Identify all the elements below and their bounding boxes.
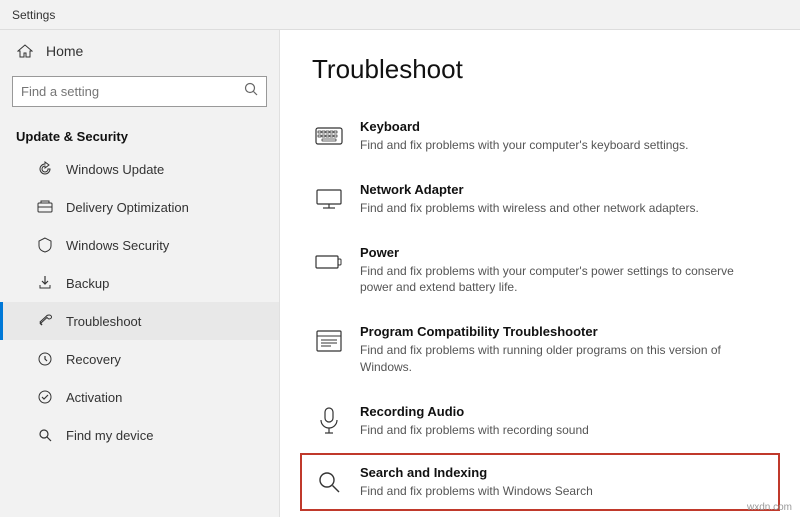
program-desc: Find and fix problems with running older…	[360, 342, 766, 376]
sidebar-home-label: Home	[46, 43, 83, 59]
backup-label: Backup	[66, 276, 109, 291]
windows-update-label: Windows Update	[66, 162, 164, 177]
recovery-icon	[36, 350, 54, 368]
sidebar-item-home[interactable]: Home	[0, 30, 279, 72]
sidebar-item-delivery-optimization[interactable]: Delivery Optimization	[0, 188, 279, 226]
troubleshoot-search-indexing[interactable]: Search and Indexing Find and fix problem…	[300, 453, 780, 512]
power-desc: Find and fix problems with your computer…	[360, 263, 766, 297]
watermark: wxdn.com	[747, 502, 792, 513]
troubleshoot-power[interactable]: Power Find and fix problems with your co…	[312, 231, 768, 311]
find-my-device-label: Find my device	[66, 428, 153, 443]
wrench-icon	[36, 312, 54, 330]
window-title: Settings	[12, 8, 55, 22]
microphone-icon	[314, 406, 344, 436]
troubleshoot-recording-audio[interactable]: Recording Audio Find and fix problems wi…	[312, 390, 768, 453]
recording-text: Recording Audio Find and fix problems wi…	[360, 404, 589, 439]
sidebar-item-windows-update[interactable]: Windows Update	[0, 150, 279, 188]
recording-title: Recording Audio	[360, 404, 589, 419]
home-icon	[16, 42, 34, 60]
keyboard-text: Keyboard Find and fix problems with your…	[360, 119, 688, 154]
shield-icon	[36, 236, 54, 254]
sidebar-item-activation[interactable]: Activation	[0, 378, 279, 416]
program-text: Program Compatibility Troubleshooter Fin…	[360, 324, 766, 376]
troubleshoot-label: Troubleshoot	[66, 314, 141, 329]
windows-security-label: Windows Security	[66, 238, 169, 253]
sidebar: Home Update & Security Windows Update	[0, 30, 280, 517]
sidebar-item-recovery[interactable]: Recovery	[0, 340, 279, 378]
network-text: Network Adapter Find and fix problems wi…	[360, 182, 699, 217]
title-bar: Settings	[0, 0, 800, 30]
troubleshoot-shared-folders[interactable]: Shared Folders Find and fix problems wit…	[312, 511, 768, 517]
troubleshoot-network[interactable]: Network Adapter Find and fix problems wi…	[312, 168, 768, 231]
main-container: Home Update & Security Windows Update	[0, 30, 800, 517]
sidebar-item-find-my-device[interactable]: Find my device	[0, 416, 279, 454]
search-indexing-text: Search and Indexing Find and fix problem…	[360, 465, 593, 500]
sidebar-item-troubleshoot[interactable]: Troubleshoot	[0, 302, 279, 340]
search-icon	[244, 82, 258, 101]
delivery-icon	[36, 198, 54, 216]
find-icon	[36, 426, 54, 444]
activation-icon	[36, 388, 54, 406]
search-indexing-desc: Find and fix problems with Windows Searc…	[360, 483, 593, 500]
sidebar-item-backup[interactable]: Backup	[0, 264, 279, 302]
backup-icon	[36, 274, 54, 292]
troubleshoot-program-compatibility[interactable]: Program Compatibility Troubleshooter Fin…	[312, 310, 768, 390]
power-icon	[314, 247, 344, 277]
content-area: Troubleshoot	[280, 30, 800, 517]
network-title: Network Adapter	[360, 182, 699, 197]
activation-label: Activation	[66, 390, 122, 405]
delivery-optimization-label: Delivery Optimization	[66, 200, 189, 215]
sidebar-item-windows-security[interactable]: Windows Security	[0, 226, 279, 264]
search-indexing-icon	[314, 467, 344, 497]
recovery-label: Recovery	[66, 352, 121, 367]
refresh-icon	[36, 160, 54, 178]
recording-desc: Find and fix problems with recording sou…	[360, 422, 589, 439]
search-box[interactable]	[12, 76, 267, 107]
program-title: Program Compatibility Troubleshooter	[360, 324, 766, 339]
search-indexing-title: Search and Indexing	[360, 465, 593, 480]
keyboard-desc: Find and fix problems with your computer…	[360, 137, 688, 154]
network-desc: Find and fix problems with wireless and …	[360, 200, 699, 217]
page-title: Troubleshoot	[312, 54, 768, 85]
keyboard-title: Keyboard	[360, 119, 688, 134]
program-icon	[314, 326, 344, 356]
section-title: Update & Security	[0, 119, 279, 150]
troubleshoot-keyboard[interactable]: Keyboard Find and fix problems with your…	[312, 105, 768, 168]
power-title: Power	[360, 245, 766, 260]
power-text: Power Find and fix problems with your co…	[360, 245, 766, 297]
keyboard-icon	[314, 121, 344, 151]
network-icon	[314, 184, 344, 214]
search-input[interactable]	[21, 84, 238, 99]
